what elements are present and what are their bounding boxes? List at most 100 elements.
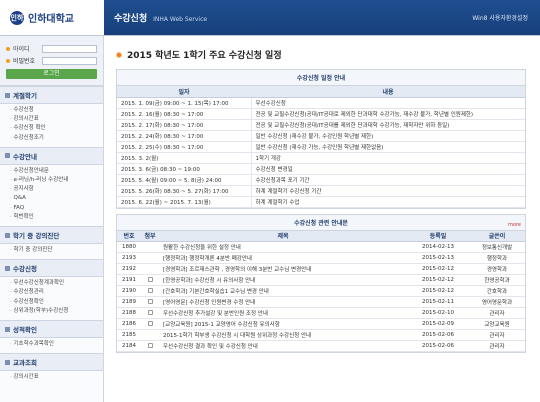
sidebar-item[interactable]: 기초학수과목확인	[10, 340, 95, 349]
notice-author: 영어영문학과	[469, 296, 525, 308]
sidebar-item[interactable]: 수강신청조기	[10, 134, 95, 143]
schedule-date: 2015. 5. 26(화) 08:30 ~ 5. 27(화) 17:00	[117, 185, 252, 197]
sidebar-section-title[interactable]: 성적확인	[0, 320, 103, 339]
section-square-icon	[5, 326, 10, 332]
notice-title[interactable]: 우선수강신청 결과 확인 및 수강신청 안내	[159, 340, 407, 352]
notice-row[interactable]: 2193 [행정학과] 행정학개론 4분반 폐강안내 2015-02-13 행정학과	[117, 252, 525, 264]
attachment-icon[interactable]	[147, 287, 153, 293]
schedule-row: 2015. 2. 24(화) 08:30 ~ 17:00 일반 수강신청 (재수강…	[117, 130, 525, 142]
notice-row[interactable]: 1880 원활한 수강신청을 위한 설정 안내 2014-02-13 정보통신개발	[117, 241, 525, 253]
notice-number: 2191	[117, 274, 141, 286]
notice-date: 2015-02-11	[407, 296, 469, 308]
page-title: 2015 학년도 1학기 주요 수강신청 일정	[116, 48, 526, 61]
attachment-icon[interactable]	[147, 320, 153, 326]
schedule-content: 일반 수강신청 (재수강 불가, 수강인원 학년별 제한)	[251, 130, 525, 142]
attachment-icon[interactable]	[147, 342, 153, 348]
schedule-date: 2015. 2. 24(화) 08:30 ~ 17:00	[117, 130, 252, 142]
notice-row[interactable]: 2186 [교양교육원] 2015-1 교양영어 수강신청 유의사항 2015-02…	[117, 318, 525, 330]
notice-header-number: 번호	[117, 230, 141, 242]
attachment-icon[interactable]	[147, 309, 153, 315]
sidebar-section-title[interactable]: 계절학기	[0, 86, 103, 104]
sidebar-item[interactable]: 수강신청안내문	[10, 167, 95, 176]
win8-settings-link[interactable]: Win8 사용자환경설정	[472, 13, 528, 22]
notice-title[interactable]: [간호학과] 기본간호학실습1 교수님 변경 안내	[159, 285, 407, 297]
notice-title[interactable]: [영어영문] 수강신청 인원변경 수정 안내	[159, 296, 407, 308]
notice-title[interactable]: [한영공학과] 수강신청 시 유의사항 안내	[159, 274, 407, 286]
bullet-icon	[6, 58, 10, 63]
sidebar-item[interactable]: 강의시간표	[10, 373, 95, 382]
notice-date: 2015-02-12	[407, 285, 469, 297]
section-square-icon	[5, 92, 10, 98]
notice-title[interactable]: 우선수강신청 추가설강 및 분반인원 조정 안내	[159, 307, 407, 319]
schedule-content: 전공 및 교필수강신청(공대/IT공대를 제외한 단과대학 수강가능, 재학자만…	[251, 119, 525, 131]
notice-number: 1880	[117, 241, 141, 253]
section-square-icon	[5, 265, 10, 271]
notice-number: 2188	[117, 307, 141, 319]
sidebar-item[interactable]: Q&A	[10, 194, 95, 203]
notice-row[interactable]: 2185 2015-1학기 학부생 수강신청 시 대학원 상위과정 수강신청 안내…	[117, 329, 525, 341]
notice-caption: 수강신청 관련 안내문	[117, 214, 525, 231]
schedule-table: 일자 내용 2015. 1. 09(금) 09:00 ~ 1. 15(목) 17…	[117, 86, 525, 208]
sidebar-item[interactable]: 수강신청	[10, 106, 95, 115]
sidebar-item[interactable]: 수강신청확인	[10, 298, 95, 307]
notice-title[interactable]: 원활한 수강신청을 위한 설정 안내	[159, 241, 407, 253]
header-banner: 수강신청 INHA Web Service Win8 사용자환경설정	[104, 0, 540, 35]
notice-header-date: 등록일	[407, 230, 469, 242]
notice-author: 간호학과	[469, 285, 525, 297]
more-link[interactable]: more	[508, 222, 521, 228]
sidebar-menu: 수강신청강의시간표수강신청 확인수강신청조기	[0, 104, 103, 147]
notice-row[interactable]: 2189 [영어영문] 수강신청 인원변경 수정 안내 2015-02-11 영어영문…	[117, 296, 525, 308]
sidebar-item[interactable]: 우선수강신청계과확인	[10, 279, 95, 288]
sidebar-item[interactable]: 수강신청관리	[10, 288, 95, 297]
notice-attachment	[141, 340, 159, 352]
bullet-icon	[6, 46, 10, 51]
schedule-date: 2015. 6. 22(월) ~ 2015. 7. 13(월)	[117, 196, 252, 208]
notice-attachment	[141, 285, 159, 297]
section-square-icon	[5, 359, 10, 365]
notice-title[interactable]: [경영학과] 조르재스관학 , 경영학의 이해 3분반 교수님 변경안내	[159, 263, 407, 275]
sidebar-section-title[interactable]: 교과조회	[0, 353, 103, 372]
attachment-icon[interactable]	[147, 276, 153, 282]
sidebar-item[interactable]: 상위과정(학부)수강신청	[10, 307, 95, 316]
id-input[interactable]	[42, 44, 97, 53]
sidebar-section-title[interactable]: 수강안내	[0, 146, 103, 165]
sidebar-section-title[interactable]: 학기 중 강의진단	[0, 226, 103, 245]
notice-number: 2184	[117, 340, 141, 352]
id-label: 아이디	[13, 46, 30, 53]
notice-date: 2015-02-09	[407, 318, 469, 330]
password-input[interactable]	[42, 56, 97, 65]
notice-number: 2192	[117, 263, 141, 275]
sidebar-item[interactable]: 공지사항	[10, 185, 95, 194]
login-button[interactable]: 로그인	[6, 69, 97, 79]
sidebar-item[interactable]: e-러닝/h-러닝 수강안내	[10, 176, 95, 185]
attachment-icon[interactable]	[147, 298, 153, 304]
schedule-header-content: 내용	[251, 86, 525, 98]
notice-row[interactable]: 2192 [경영학과] 조르재스관학 , 경영학의 이해 3분반 교수님 변경안내…	[117, 263, 525, 275]
notice-title[interactable]: 2015-1학기 학부생 수강신청 시 대학원 상위과정 수강신청 안내	[159, 329, 407, 341]
sidebar-menu: 우선수강신청계과확인수강신청관리수강신청확인상위과정(학부)수강신청	[0, 277, 103, 320]
sidebar-item[interactable]: 학번확인	[10, 213, 95, 222]
sidebar-item[interactable]: 강의시간표	[10, 115, 95, 124]
sidebar-item[interactable]: 수강신청 확인	[10, 124, 95, 133]
university-brand[interactable]: 인하 인하대학교	[0, 0, 104, 35]
notice-author: 한영공학과	[469, 274, 525, 286]
notice-author: 경영학과	[469, 263, 525, 275]
notice-row[interactable]: 2191 [한영공학과] 수강신청 시 유의사항 안내 2015-02-12 한영공학…	[117, 274, 525, 286]
sidebar-item[interactable]: 학기 중 강의진단	[10, 246, 95, 255]
notice-title[interactable]: [교양교육원] 2015-1 교양영어 수강신청 유의사항	[159, 318, 407, 330]
notice-attachment	[141, 307, 159, 319]
notice-row[interactable]: 2188 우선수강신청 추가설강 및 분반인원 조정 안내 2015-02-10 관리…	[117, 307, 525, 319]
sidebar-item[interactable]: FAQ	[10, 204, 95, 213]
notice-number: 2186	[117, 318, 141, 330]
notice-title[interactable]: [행정학과] 행정학개론 4분반 폐강안내	[159, 252, 407, 264]
notice-row[interactable]: 2190 [간호학과] 기본간호학실습1 교수님 변경 안내 2015-02-12 간…	[117, 285, 525, 297]
schedule-row: 2015. 2. 25(수) 08:30 ~ 17:00 일반 수강신청 (재수강…	[117, 141, 525, 153]
schedule-caption: 수강신청 일정 안내	[117, 70, 525, 86]
notice-author: 정보통신개발	[469, 241, 525, 253]
schedule-content: 수강신청과목 포기 기간	[251, 174, 525, 186]
notice-attachment	[141, 329, 159, 341]
schedule-content: 우선수강신청	[251, 97, 525, 109]
notice-attachment	[141, 296, 159, 308]
sidebar-section-title[interactable]: 수강신청	[0, 259, 103, 278]
notice-row[interactable]: 2184 우선수강신청 결과 확인 및 수강신청 안내 2015-02-06 관리자	[117, 340, 525, 352]
